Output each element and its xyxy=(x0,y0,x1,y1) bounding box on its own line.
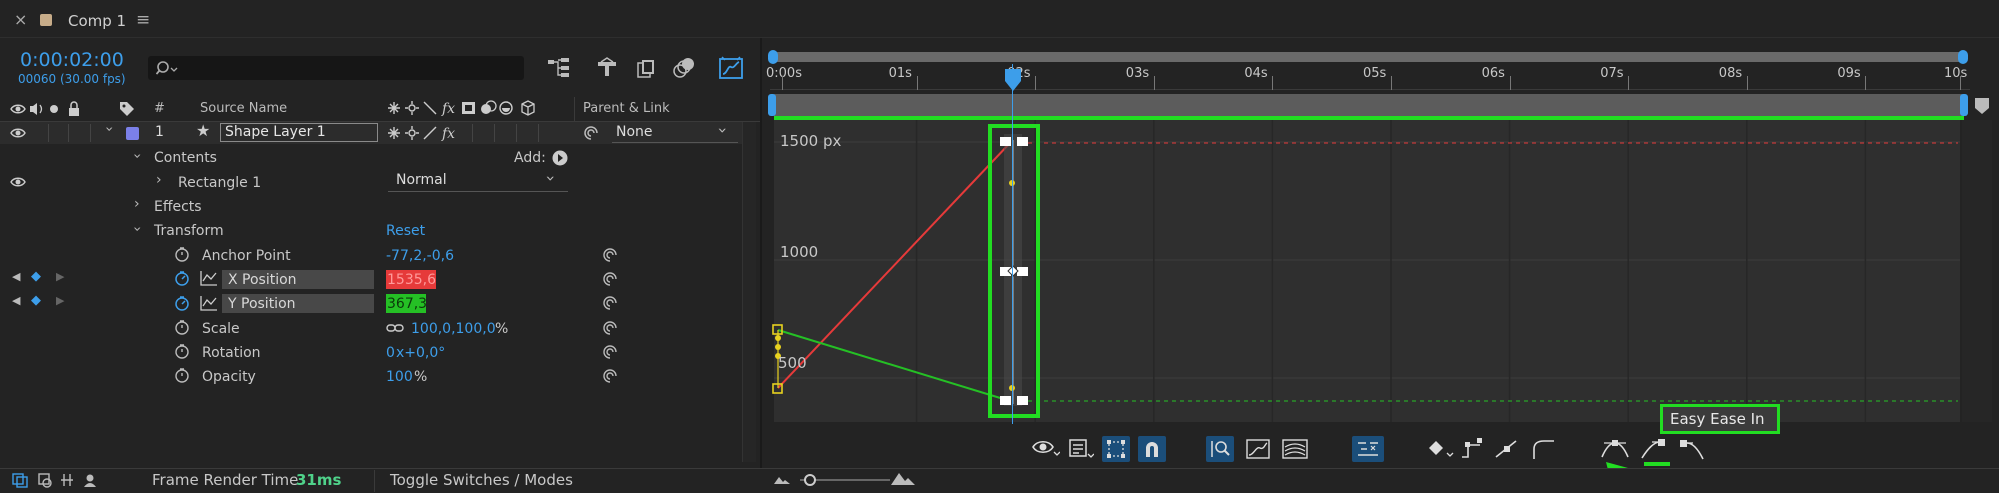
frame-render-time-label: Frame Render Time xyxy=(152,471,299,489)
convert-to-hold-icon[interactable] xyxy=(1460,437,1486,461)
fit-selection-icon[interactable] xyxy=(1246,438,1270,460)
tooltip-text: Easy Ease In xyxy=(1670,410,1765,428)
zoom-slider-thumb[interactable] xyxy=(804,474,816,486)
current-time-indicator-head[interactable] xyxy=(1004,68,1022,92)
show-properties-eye-icon[interactable] xyxy=(1032,439,1060,457)
graph-vertical-scrollbar[interactable] xyxy=(1962,120,1992,422)
zoom-in-mountain-icon[interactable] xyxy=(890,469,916,487)
easy-ease-in-tooltip: Easy Ease In xyxy=(1660,404,1780,434)
keyframe-handle xyxy=(1000,137,1011,146)
separate-dimensions-icon xyxy=(1358,442,1378,456)
convert-to-linear-icon[interactable] xyxy=(1530,437,1556,461)
status-divider xyxy=(374,470,375,492)
snap-magnet-icon xyxy=(1146,442,1158,457)
fit-all-icon[interactable] xyxy=(1282,438,1308,460)
graph-value-label: 1000 xyxy=(780,243,819,261)
easy-ease-in-icon[interactable] xyxy=(1640,436,1670,460)
x-position-curve xyxy=(777,142,1011,389)
transform-box-icon xyxy=(1107,440,1125,458)
layer-switches-toggle-icon[interactable] xyxy=(12,472,102,488)
easy-ease-icon[interactable] xyxy=(1600,437,1630,461)
keyframe-handle xyxy=(1017,267,1028,276)
bezier-handle-dot xyxy=(775,335,781,341)
graph-type-options-icon[interactable] xyxy=(1068,438,1094,460)
current-time-indicator-line[interactable] xyxy=(1012,64,1013,424)
toggle-switches-modes-button[interactable]: Toggle Switches / Modes xyxy=(390,471,573,489)
graph-value-label: 1500 px xyxy=(780,132,842,150)
graph-value-label: 500 xyxy=(778,354,807,372)
easy-ease-out-icon[interactable] xyxy=(1676,437,1706,461)
convert-to-auto-bezier-icon[interactable] xyxy=(1494,437,1520,461)
zoom-out-mountain-icon[interactable] xyxy=(772,472,792,486)
auto-zoom-height-icon xyxy=(1211,441,1230,457)
keyframe-handle xyxy=(1017,396,1028,405)
keyframe-handle xyxy=(1017,137,1028,146)
keyframe-handle xyxy=(1000,396,1011,405)
edit-selected-keyframes-icon[interactable] xyxy=(1428,439,1456,459)
y-position-curve xyxy=(777,329,1011,402)
easy-ease-in-highlight xyxy=(1644,462,1670,466)
bezier-handle-dot xyxy=(775,344,781,350)
frame-render-time-value: 31ms xyxy=(296,471,342,489)
